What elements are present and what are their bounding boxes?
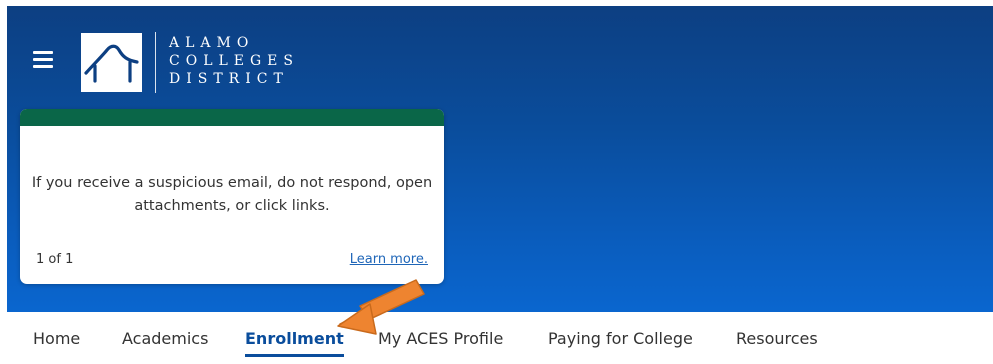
alamo-logo-mark[interactable] — [81, 33, 142, 92]
alert-header-bar — [20, 109, 444, 126]
logo-line-2: COLLEGES — [169, 53, 299, 69]
alert-counter: 1 of 1 — [36, 252, 74, 267]
main-nav: Home Academics Enrollment My ACES Profil… — [0, 312, 993, 364]
logo-wordmark[interactable]: ALAMO COLLEGES DISTRICT — [169, 34, 299, 88]
arch-logo-icon — [84, 44, 139, 83]
security-alert-card: If you receive a suspicious email, do no… — [20, 109, 444, 284]
annotation-arrow-icon — [337, 279, 425, 335]
nav-item-academics[interactable]: Academics — [122, 329, 208, 348]
hamburger-menu-icon[interactable] — [33, 51, 53, 69]
learn-more-link[interactable]: Learn more. — [350, 252, 428, 267]
nav-item-enrollment[interactable]: Enrollment — [245, 329, 344, 357]
alert-message: If you receive a suspicious email, do no… — [31, 175, 433, 214]
logo-divider — [155, 32, 156, 93]
nav-item-resources[interactable]: Resources — [736, 329, 818, 348]
logo-line-1: ALAMO — [169, 35, 255, 51]
logo-line-3: DISTRICT — [169, 71, 289, 87]
nav-item-paying-for-college[interactable]: Paying for College — [548, 329, 693, 348]
nav-item-home[interactable]: Home — [33, 329, 80, 348]
